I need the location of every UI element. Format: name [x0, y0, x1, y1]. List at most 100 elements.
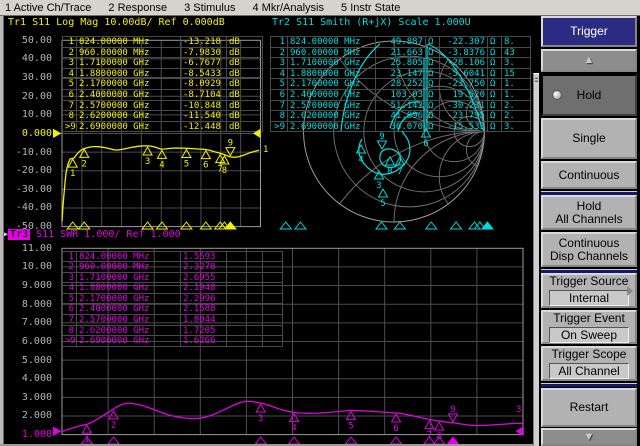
tr1-marker-cell: 2.1700000 GHz	[77, 79, 181, 90]
tr1-ylabel: -40.00	[4, 202, 52, 213]
menu-item-2[interactable]: 2 Response	[108, 2, 167, 14]
tr3-ylabel: 3.000	[4, 392, 52, 403]
tr2-marker-5: 5	[379, 189, 388, 209]
tr2-marker-cell: 2.4000000 GHz	[288, 90, 376, 101]
tr2-marker-cell: 1	[271, 37, 288, 48]
tr1-marker-cell: dB	[227, 101, 263, 112]
tr2-stimulus-marker-3	[376, 222, 387, 229]
tr3-ylabel: 2.000	[4, 410, 52, 421]
tr2-marker-cell: Ω	[426, 69, 440, 80]
svg-text:3: 3	[376, 181, 381, 191]
tr1-stimulus-marker-7	[215, 222, 226, 229]
svg-text:9: 9	[450, 405, 455, 415]
softkey-scroll-up[interactable]: ▲	[541, 49, 637, 72]
tr3-marker-cell: 3	[63, 273, 77, 284]
tr3-marker-9: 9	[448, 405, 457, 422]
softkey-restart[interactable]: Restart	[541, 388, 637, 427]
tr2-marker-cell: Ω	[488, 111, 502, 122]
tr2-marker-cell: 43	[502, 48, 531, 59]
softkey-label-line2: All Channels	[555, 213, 622, 226]
tr2-marker-cell: -28.106	[440, 58, 488, 69]
splitter-handle-icon	[535, 76, 538, 83]
softkey-menu-title: Trigger	[541, 16, 637, 47]
tr2-marker-cell: -15.533	[440, 122, 488, 133]
tr2-stimulus-marker-9	[482, 222, 493, 229]
tr2-marker-cell: Ω	[426, 122, 440, 133]
tr2-stimulus-marker-6	[451, 222, 462, 229]
tr2-marker-cell: Ω	[426, 58, 440, 69]
tr1-marker-cell: -8.5433	[181, 69, 227, 80]
menu-item-3[interactable]: 3 Stimulus	[184, 2, 235, 14]
tr1-marker-cell: dB	[227, 69, 263, 80]
tr1-marker-cell: -7.9830	[181, 48, 227, 59]
tr3-marker-cell: 2.6200000 GHz	[77, 326, 181, 337]
tr1-marker-4: 4	[157, 150, 166, 170]
tr1-marker-cell: dB	[227, 122, 263, 133]
tr2-marker-cell: 2	[271, 48, 288, 59]
softkey-hold-all-channels[interactable]: HoldAll Channels	[541, 195, 637, 230]
tr3-marker-cell: 1.8044	[181, 315, 227, 326]
tr3-marker-cell: 2.6955	[181, 273, 227, 284]
softkey-continuous-disp-channels[interactable]: ContinuousDisp Channels	[541, 232, 637, 267]
tr1-ylabel: -30.00	[4, 184, 52, 195]
tr1-marker-cell: -11.540	[181, 111, 227, 122]
softkey-single[interactable]: Single	[541, 118, 637, 159]
tr2-marker-cell: Ω	[426, 101, 440, 112]
tr3-ylabel: 4.000	[4, 373, 52, 384]
tr2-stimulus-marker-1	[280, 222, 291, 229]
tr1-ref-arrow-left-icon	[53, 129, 62, 138]
softkey-splitter[interactable]	[533, 73, 539, 446]
menu-bar: 1 Active Ch/Trace 2 Response 3 Stimulus 4 M…	[0, 0, 640, 16]
softkey-hold[interactable]: Hold	[541, 74, 637, 116]
tr2-marker-cell: 1.	[502, 90, 531, 101]
tr1-marker-cell: 5	[63, 79, 77, 90]
tr3-marker-7: 7	[425, 421, 434, 441]
tr2-marker-cell: Ω	[488, 122, 502, 133]
tr2-marker-cell: >9	[271, 122, 288, 133]
menu-item-1[interactable]: 1 Active Ch/Trace	[5, 2, 91, 14]
softkey-trigger-event[interactable]: Trigger EventOn Sweep	[541, 310, 637, 344]
softkey-trigger-scope[interactable]: Trigger ScopeAll Channel	[541, 346, 637, 381]
softkey-label: Restart	[570, 401, 609, 414]
tr3-ylabel: 1.000	[4, 429, 52, 440]
tr2-stimulus-marker-4	[394, 222, 405, 229]
tr2-marker-cell: 8.	[502, 37, 531, 48]
svg-text:2: 2	[82, 159, 87, 169]
tr3-marker-cell	[263, 336, 283, 347]
tr1-marker-5: 5	[182, 150, 191, 170]
tr3-marker-cell	[263, 273, 283, 284]
tr2-marker-cell: 4	[271, 69, 288, 80]
tr1-marker-cell: 6	[63, 90, 77, 101]
tr1-marker-cell: 8	[63, 111, 77, 122]
menu-item-5[interactable]: 5 Instr State	[341, 2, 400, 14]
tr1-marker-cell: dB	[227, 48, 263, 59]
tr3-ref-arrow-left-icon	[53, 427, 62, 437]
tr2-marker-cell: Ω	[488, 101, 502, 112]
tr1-ylabel: -10.00	[4, 147, 52, 158]
menu-item-4[interactable]: 4 Mkr/Analysis	[252, 2, 324, 14]
radio-indicator-icon	[552, 90, 562, 100]
tr3-marker-cell: 6	[63, 304, 77, 315]
softkey-continuous[interactable]: Continuous	[541, 161, 637, 189]
softkey-scroll-down[interactable]: ▼	[541, 428, 637, 446]
tr1-marker-cell: >9	[63, 122, 77, 133]
softkey-label: Trigger Event	[553, 312, 625, 325]
softkey-trigger-source[interactable]: Trigger SourceInternal	[541, 273, 637, 308]
tr2-marker-cell: 19.520	[440, 90, 488, 101]
softkey-value: All Channel	[549, 363, 629, 379]
tr3-marker-2: 2	[109, 411, 118, 431]
tr2-marker-cell: 23.147	[376, 69, 426, 80]
tr1-stimulus-marker-3	[142, 222, 153, 229]
tr3-marker-cell: 2.3278	[181, 262, 227, 273]
tr1-marker-2: 2	[80, 149, 89, 169]
tr1-marker-cell: -8.0929	[181, 79, 227, 90]
svg-text:6: 6	[203, 161, 208, 171]
tr3-marker-cell	[227, 262, 263, 273]
tr3-marker-cell: 1.5593	[181, 252, 227, 263]
tr1-stimulus-marker-2	[79, 222, 90, 229]
tr3-stimulus-marker-4	[289, 437, 300, 444]
tr3-marker-cell	[227, 252, 263, 263]
tr3-marker-1: 1	[82, 425, 91, 445]
tr1-stimulus-marker-8	[219, 222, 230, 229]
tr2-marker-cell: Ω	[426, 37, 440, 48]
